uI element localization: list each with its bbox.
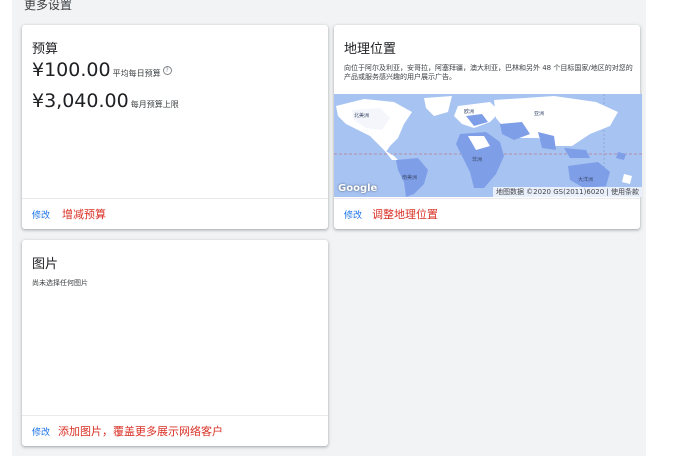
image-title: 图片 xyxy=(32,257,59,272)
map-label-north-america: 北美洲 xyxy=(354,113,370,119)
map-label-europe: 欧洲 xyxy=(464,109,475,115)
monthly-budget: ¥3,040.00 每月预算上限 xyxy=(32,90,179,112)
add-image-link[interactable]: 添加图片，覆盖更多展示网络客户 xyxy=(58,423,223,439)
location-title: 地理位置 xyxy=(344,42,397,57)
budget-title: 预算 xyxy=(32,42,59,57)
help-icon[interactable]: ? xyxy=(162,66,172,75)
location-map[interactable]: 北美洲 南美洲 欧洲 亚洲 非洲 大洋洲 Google 地图数据 ©2020 G… xyxy=(334,94,642,197)
monthly-budget-amount: ¥3,040.00 xyxy=(32,90,129,112)
budget-card-footer: 修改 增减预算 xyxy=(22,198,328,229)
location-card-footer: 修改 调整地理位置 xyxy=(334,198,640,229)
map-label-oceania: 大洋洲 xyxy=(578,177,594,183)
map-label-asia: 亚洲 xyxy=(534,111,545,117)
budget-edit-link[interactable]: 修改 xyxy=(32,208,50,221)
budget-card: 预算 ¥100.00 平均每日预算? ¥3,040.00 每月预算上限 修改 增减预… xyxy=(22,25,328,229)
map-label-south-america: 南美洲 xyxy=(402,175,418,181)
location-card: 地理位置 向位于阿尔及利亚，安哥拉，阿塞拜疆，澳大利亚，巴林和另外 48 个目标… xyxy=(334,25,642,229)
adjust-budget-link[interactable]: 增减预算 xyxy=(62,206,106,222)
image-card: 图片 尚未选择任何图片 修改 添加图片，覆盖更多展示网络客户 xyxy=(22,240,328,446)
google-logo: Google xyxy=(338,183,378,194)
section-title: 更多设置 xyxy=(24,0,73,12)
map-label-africa: 非洲 xyxy=(472,157,483,163)
daily-budget-label: 平均每日预算 xyxy=(112,69,161,78)
daily-budget: ¥100.00 平均每日预算? xyxy=(32,59,172,81)
location-edit-link[interactable]: 修改 xyxy=(344,208,362,221)
adjust-location-link[interactable]: 调整地理位置 xyxy=(372,206,438,222)
world-map-graphic xyxy=(334,94,642,197)
location-description: 向位于阿尔及利亚，安哥拉，阿塞拜疆，澳大利亚，巴林和另外 48 个目标国家/地区… xyxy=(344,64,633,81)
image-card-footer: 修改 添加图片，覆盖更多展示网络客户 xyxy=(22,415,328,446)
daily-budget-amount: ¥100.00 xyxy=(32,59,111,81)
image-status: 尚未选择任何图片 xyxy=(32,279,88,287)
monthly-budget-label: 每月预算上限 xyxy=(130,100,179,109)
map-attribution[interactable]: 地图数据 ©2020 GS(2011)6020 | 使用条款 xyxy=(492,187,642,197)
image-edit-link[interactable]: 修改 xyxy=(32,425,50,438)
